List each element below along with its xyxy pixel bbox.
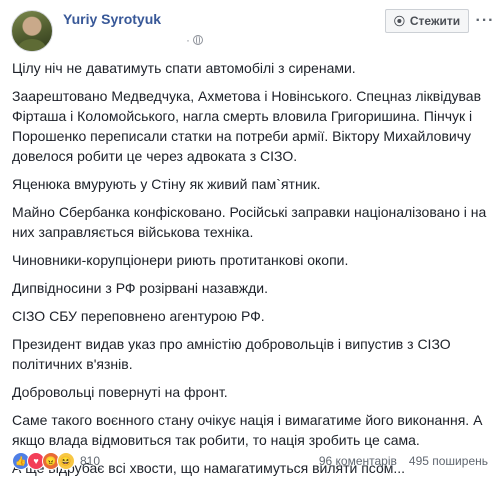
- meta-separator: ·: [186, 33, 190, 47]
- avatar-figure: [18, 39, 46, 51]
- post-paragraph: СІЗО СБУ переповнено агентурою РФ.: [12, 308, 265, 324]
- post-meta: ·: [186, 33, 203, 47]
- post-paragraph: Саме такого воєнного стану очікує нація …: [12, 412, 483, 448]
- post-paragraph: Дипвідносини з РФ розірвані назавжди.: [12, 280, 269, 296]
- reactions-summary[interactable]: 👍 ♥ 😠 😆 810: [12, 452, 100, 470]
- facebook-post: Yuriy Syrotyuk · ⦿ Стежити ··· Цілу ніч …: [0, 0, 500, 478]
- post-paragraph: Чиновники-корупціонери риють протитанков…: [12, 252, 349, 268]
- author-name[interactable]: Yuriy Syrotyuk: [63, 11, 161, 27]
- post-paragraph: Добровольці повернуті на фронт.: [12, 384, 228, 400]
- follow-button[interactable]: ⦿ Стежити: [385, 9, 469, 33]
- rss-icon: ⦿: [393, 16, 405, 28]
- post-paragraph: Президент видав указ про амністію добров…: [12, 336, 451, 372]
- post-paragraph: Заарештовано Медведчука, Ахметова і Нові…: [12, 88, 482, 164]
- avatar[interactable]: [11, 10, 53, 52]
- post-footer: 👍 ♥ 😠 😆 810 96 коментарів 495 поширень: [12, 451, 488, 471]
- comments-count[interactable]: 96 коментарів: [319, 454, 397, 468]
- shares-count[interactable]: 495 поширень: [409, 454, 488, 468]
- post-paragraph: Майно Сбербанка конфісковано. Російські …: [12, 204, 487, 240]
- haha-reaction-icon: 😆: [57, 452, 75, 470]
- post-paragraph: Цілу ніч не даватимуть спати автомобілі …: [12, 60, 356, 76]
- post-paragraph: Яценюка вмурують у Стіну як живий пам`ят…: [12, 176, 321, 192]
- post-body: Цілу ніч не даватимуть спати автомобілі …: [12, 58, 488, 486]
- globe-icon[interactable]: [193, 35, 203, 45]
- more-options-button[interactable]: ···: [475, 9, 495, 33]
- follow-label: Стежити: [409, 14, 461, 28]
- reaction-count[interactable]: 810: [80, 454, 100, 468]
